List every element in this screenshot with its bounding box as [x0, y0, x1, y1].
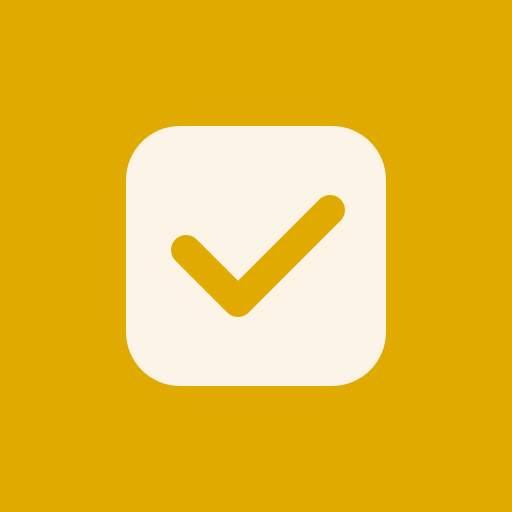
checkbox-tile[interactable] — [126, 126, 386, 386]
check-icon — [171, 195, 345, 317]
app-icon-background — [0, 0, 512, 512]
